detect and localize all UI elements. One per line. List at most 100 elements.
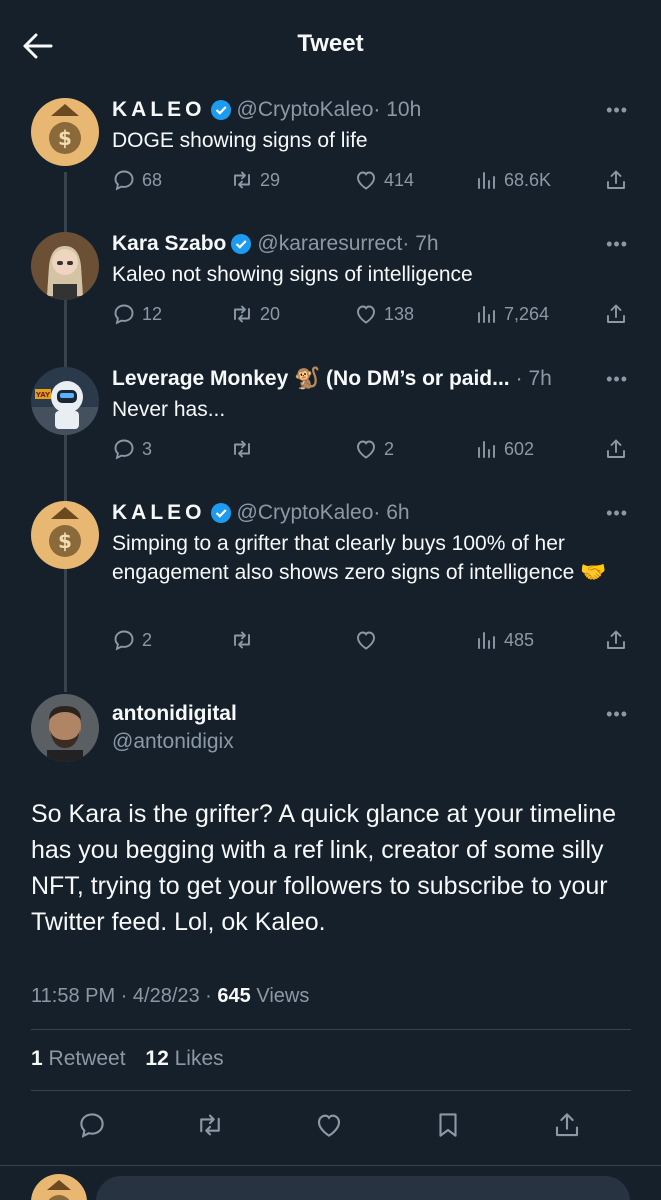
views-button[interactable]: 602 bbox=[474, 434, 534, 464]
author-name[interactable]: KALEO bbox=[112, 499, 206, 527]
like-button[interactable]: 2 bbox=[354, 434, 394, 464]
retweet-label: Retweet bbox=[42, 1047, 126, 1070]
reply-count: 12 bbox=[142, 303, 163, 324]
share-button[interactable] bbox=[604, 165, 634, 195]
retweet-icon bbox=[234, 440, 250, 458]
views-icon bbox=[478, 172, 495, 189]
reply-icon bbox=[114, 304, 134, 325]
views-icon bbox=[478, 441, 495, 458]
retweets-link[interactable]: 1 Retweet bbox=[31, 1047, 126, 1070]
reply-button[interactable]: 2 bbox=[112, 625, 152, 655]
retweet-button[interactable] bbox=[190, 1105, 230, 1145]
like-count: 138 bbox=[384, 303, 415, 324]
reply-icon bbox=[114, 170, 134, 191]
share-icon bbox=[607, 439, 625, 458]
like-button[interactable]: 138 bbox=[354, 299, 414, 329]
retweet-button[interactable]: 29 bbox=[230, 165, 280, 195]
main-tweet-actions bbox=[0, 1105, 661, 1145]
avatar-kaleo[interactable]: $ bbox=[31, 98, 99, 166]
like-button[interactable] bbox=[309, 1105, 349, 1145]
author-name[interactable]: Leverage Monkey 🐒 (No DM’s or paid... bbox=[112, 365, 510, 393]
thread-tweet[interactable]: Kara Szabo @kararesurrect · 7h Kaleo not… bbox=[0, 230, 661, 340]
share-icon bbox=[607, 304, 625, 323]
views-button[interactable]: 68.6K bbox=[474, 165, 551, 195]
reply-button[interactable]: 68 bbox=[112, 165, 162, 195]
retweet-count: 1 bbox=[31, 1047, 43, 1070]
heart-icon bbox=[357, 171, 375, 190]
tweet-time: · 7h bbox=[515, 367, 552, 390]
verified-badge-icon bbox=[231, 234, 252, 254]
author-name[interactable]: antonidigital bbox=[112, 700, 237, 728]
heart-icon bbox=[357, 305, 375, 324]
share-button[interactable] bbox=[604, 434, 634, 464]
views-label: Views bbox=[250, 985, 310, 1007]
author-handle[interactable]: @kararesurrect bbox=[257, 230, 402, 258]
likes-link[interactable]: 12 Likes bbox=[145, 1047, 223, 1070]
thread-tweet[interactable]: $ KALEO @CryptoKaleo · 6h Simping to a g… bbox=[0, 499, 661, 664]
top-bar: Tweet bbox=[0, 0, 661, 90]
author-handle[interactable]: @CryptoKaleo bbox=[237, 499, 374, 527]
tweet-text: Simping to a grifter that clearly buys 1… bbox=[112, 532, 607, 584]
thread-tweet[interactable]: $ KALEO @CryptoKaleo · 10h DOGE showing … bbox=[0, 96, 661, 206]
avatar-current-user[interactable] bbox=[31, 1174, 87, 1200]
tweet-actions: 12 20 138 7,264 bbox=[112, 299, 632, 329]
verified-badge-icon bbox=[210, 100, 231, 120]
reply-icon bbox=[80, 1113, 104, 1138]
reply-icon bbox=[114, 630, 134, 651]
reply-icon bbox=[114, 439, 134, 460]
tweet-actions: 2 485 bbox=[112, 625, 632, 655]
like-count: 414 bbox=[384, 169, 415, 190]
avatar-kara[interactable] bbox=[31, 232, 99, 300]
views-count: 7,264 bbox=[504, 303, 550, 324]
author-name[interactable]: KALEO bbox=[112, 96, 206, 124]
svg-text:YAY: YAY bbox=[35, 391, 51, 399]
views-button[interactable]: 7,264 bbox=[474, 299, 549, 329]
retweet-count: 20 bbox=[260, 303, 281, 324]
reply-button[interactable] bbox=[72, 1105, 112, 1145]
reply-button[interactable]: 12 bbox=[112, 299, 162, 329]
page-title: Tweet bbox=[297, 30, 364, 57]
divider bbox=[31, 1029, 631, 1030]
svg-text:$: $ bbox=[58, 126, 72, 150]
retweet-icon bbox=[234, 171, 250, 189]
bookmark-button[interactable] bbox=[428, 1105, 468, 1145]
more-options-icon[interactable]: ••• bbox=[606, 100, 628, 121]
tweet-actions: 68 29 414 68.6K bbox=[112, 165, 632, 195]
retweet-button[interactable]: 20 bbox=[230, 299, 280, 329]
more-options-icon[interactable]: ••• bbox=[606, 704, 628, 725]
retweet-button[interactable] bbox=[230, 434, 260, 464]
author-handle[interactable]: @antonidigix bbox=[112, 728, 234, 756]
retweet-button[interactable] bbox=[230, 625, 260, 655]
thread-tweet[interactable]: YAY Leverage Monkey 🐒 (No DM’s or paid..… bbox=[0, 365, 661, 475]
reply-count: 68 bbox=[142, 169, 163, 190]
like-button[interactable] bbox=[354, 625, 384, 655]
avatar-leverage-monkey[interactable]: YAY bbox=[31, 367, 99, 435]
retweet-icon bbox=[234, 631, 250, 649]
more-options-icon[interactable]: ••• bbox=[606, 369, 628, 390]
reply-button[interactable]: 3 bbox=[112, 434, 152, 464]
heart-icon bbox=[317, 1114, 341, 1137]
reply-input[interactable] bbox=[96, 1176, 630, 1200]
share-button[interactable] bbox=[604, 625, 634, 655]
views-count: 485 bbox=[504, 629, 535, 650]
views-count: 645 bbox=[217, 985, 251, 1007]
more-options-icon[interactable]: ••• bbox=[606, 234, 628, 255]
views-button[interactable]: 485 bbox=[474, 625, 534, 655]
engagement-stats: 1 Retweet 12 Likes bbox=[31, 1047, 224, 1071]
share-icon bbox=[555, 1113, 579, 1137]
retweet-icon bbox=[234, 305, 250, 323]
more-options-icon[interactable]: ••• bbox=[606, 503, 628, 524]
avatar-antonidigital[interactable] bbox=[31, 694, 99, 762]
author-name[interactable]: Kara Szabo bbox=[112, 230, 226, 258]
verified-badge-icon bbox=[210, 503, 231, 523]
avatar-kaleo[interactable]: $ bbox=[31, 501, 99, 569]
like-button[interactable]: 414 bbox=[354, 165, 414, 195]
likes-count: 12 bbox=[145, 1047, 169, 1070]
tweet-timestamp: 11:58 PM · 4/28/23 · 645 Views bbox=[31, 985, 309, 1008]
author-handle[interactable]: @CryptoKaleo bbox=[237, 96, 374, 124]
views-count: 602 bbox=[504, 438, 535, 459]
share-button[interactable] bbox=[547, 1105, 587, 1145]
bookmark-icon bbox=[439, 1113, 457, 1137]
reply-count: 3 bbox=[142, 438, 153, 459]
share-button[interactable] bbox=[604, 299, 634, 329]
